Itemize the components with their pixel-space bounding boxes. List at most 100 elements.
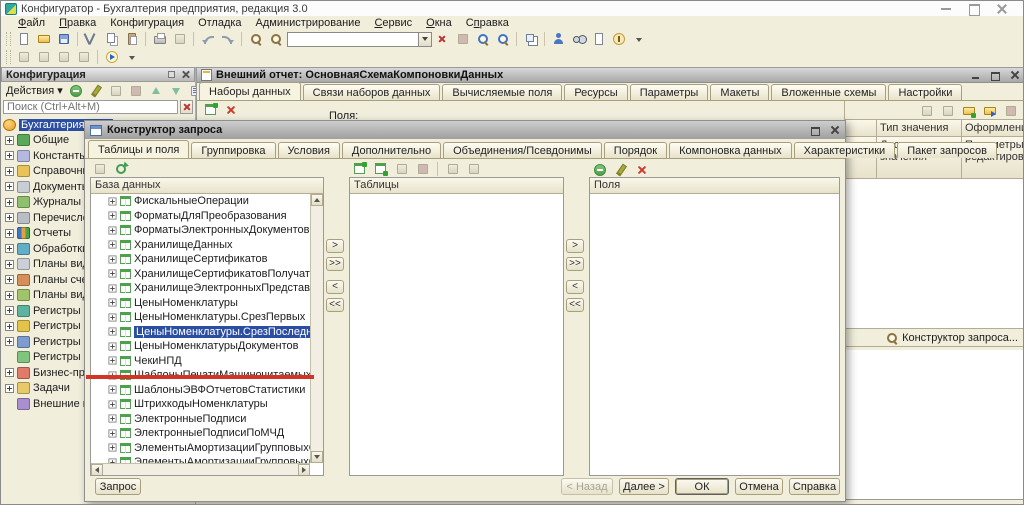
transfer-all-left-button[interactable]: << — [566, 298, 584, 312]
dialog-tab-8[interactable]: Пакет запросов — [897, 142, 997, 158]
dialog-tab-2[interactable]: Условия — [278, 142, 340, 158]
tables-list-area[interactable] — [350, 194, 563, 475]
report-restore-icon[interactable] — [990, 70, 1001, 80]
database-table-row[interactable]: ХранилищеСертификатовПолучателей — [91, 267, 310, 282]
database-table-row[interactable]: ЭлементыАмортизацииГрупповыхОСБухгал — [91, 441, 310, 456]
menu-item[interactable]: Отладка — [191, 17, 248, 29]
expander-icon[interactable] — [5, 182, 14, 191]
menu-item[interactable]: Окна — [419, 17, 459, 29]
cut-icon[interactable] — [82, 31, 101, 47]
expander-icon[interactable] — [5, 306, 14, 315]
zoom-search-icon[interactable] — [266, 31, 285, 47]
database-table-row[interactable]: ФорматыДляПреобразования — [91, 209, 310, 224]
close-icon[interactable] — [995, 3, 1009, 15]
database-table-row[interactable]: ЦеныНоменклатуры.СрезПоследних — [91, 325, 310, 340]
find-next-icon[interactable] — [473, 31, 492, 47]
expander-icon[interactable] — [108, 444, 116, 452]
menu-item[interactable]: Файл — [11, 17, 52, 29]
refresh-icon[interactable] — [111, 161, 130, 177]
expander-icon[interactable] — [5, 229, 14, 238]
database-table-row[interactable]: ХранилищеСертификатов — [91, 252, 310, 267]
actions-menu[interactable]: Действия ▾ — [3, 84, 66, 97]
expander-icon[interactable] — [108, 328, 116, 336]
dialog-close-icon[interactable] — [829, 125, 840, 135]
report-minimize-icon[interactable] — [971, 70, 982, 80]
menu-item[interactable]: Сервис — [367, 17, 419, 29]
expander-icon[interactable] — [5, 198, 14, 207]
report-tab-6[interactable]: Вложенные схемы — [771, 84, 886, 100]
remove-table-icon[interactable] — [443, 161, 462, 177]
dialog-tab-3[interactable]: Дополнительно — [342, 142, 441, 158]
menu-item[interactable]: Администрирование — [249, 17, 368, 29]
menu-item[interactable]: Правка — [52, 17, 103, 29]
transfer-all-right-button[interactable]: >> — [326, 257, 344, 271]
interface-editor-icon[interactable] — [74, 49, 93, 65]
expander-icon[interactable] — [108, 226, 116, 234]
expander-icon[interactable] — [108, 284, 116, 292]
add-icon[interactable] — [917, 103, 936, 119]
dialog-tab-5[interactable]: Порядок — [604, 142, 667, 158]
start-debug-icon[interactable] — [102, 49, 121, 65]
delete-icon[interactable] — [221, 102, 240, 118]
config-search-input[interactable] — [3, 100, 178, 114]
minimize-icon[interactable] — [939, 3, 953, 15]
toolbar-grip[interactable] — [6, 32, 11, 46]
expander-icon[interactable] — [108, 212, 116, 220]
combo-dropdown-icon[interactable] — [419, 32, 432, 47]
dialog-tab-6[interactable]: Компоновка данных — [669, 142, 792, 158]
database-config-icon[interactable] — [54, 49, 73, 65]
dialog-tab-7[interactable]: Характеристики — [794, 142, 896, 158]
copy-icon[interactable] — [107, 83, 126, 99]
expander-icon[interactable] — [5, 244, 14, 253]
database-table-row[interactable]: ШаблоныЭВФОтчетовСтатистики — [91, 383, 310, 398]
database-table-row[interactable]: ЭлектронныеПодписиПоМЧД — [91, 426, 310, 441]
expander-icon[interactable] — [5, 291, 14, 300]
transfer-all-left-button[interactable]: << — [326, 298, 344, 312]
scroll-up-icon[interactable] — [311, 194, 323, 206]
save-icon[interactable] — [54, 31, 73, 47]
menu-item[interactable]: Справка — [459, 17, 516, 29]
move-out-icon[interactable] — [980, 103, 999, 119]
help-search-icon[interactable] — [569, 31, 588, 47]
transfer-left-button[interactable]: < — [326, 280, 344, 294]
maximize-icon[interactable] — [967, 3, 981, 15]
expander-icon[interactable] — [5, 167, 14, 176]
expander-icon[interactable] — [108, 342, 116, 350]
find-prev-icon[interactable] — [493, 31, 512, 47]
delete-icon[interactable] — [1001, 103, 1020, 119]
add-derived-table-icon[interactable] — [371, 161, 390, 177]
expander-icon[interactable] — [108, 197, 116, 205]
windows-list-icon[interactable] — [521, 31, 540, 47]
report-tab-1[interactable]: Связи наборов данных — [303, 84, 441, 100]
database-table-row[interactable]: ЦеныНоменклатуры.СрезПервых — [91, 310, 310, 325]
more-icon[interactable] — [629, 31, 648, 47]
add-icon[interactable] — [590, 162, 609, 178]
copy-icon[interactable] — [938, 103, 957, 119]
more-icon[interactable] — [122, 49, 141, 65]
report-tab-7[interactable]: Настройки — [888, 84, 962, 100]
expander-icon[interactable] — [108, 386, 116, 394]
database-table-row[interactable]: ХранилищеДанных — [91, 238, 310, 253]
add-table-icon[interactable] — [350, 161, 369, 177]
report-tab-4[interactable]: Параметры — [630, 84, 709, 100]
paste-icon[interactable] — [122, 31, 141, 47]
dialog-tab-0[interactable]: Таблицы и поля — [88, 140, 189, 158]
expander-icon[interactable] — [108, 241, 116, 249]
expander-icon[interactable] — [5, 384, 14, 393]
database-table-row[interactable]: ЧекиНПД — [91, 354, 310, 369]
info-icon[interactable] — [609, 31, 628, 47]
fields-list-area[interactable] — [590, 194, 839, 475]
expander-icon[interactable] — [5, 368, 14, 377]
report-tab-5[interactable]: Макеты — [710, 84, 769, 100]
configuration-store-icon[interactable] — [14, 49, 33, 65]
report-tab-2[interactable]: Вычисляемые поля — [442, 84, 562, 100]
clear-config-search-icon[interactable] — [180, 100, 193, 114]
find-icon[interactable] — [246, 31, 265, 47]
scroll-right-icon[interactable] — [298, 464, 310, 475]
table-params-icon[interactable] — [464, 161, 483, 177]
expander-icon[interactable] — [108, 270, 116, 278]
database-table-row[interactable]: ЦеныНоменклатуры — [91, 296, 310, 311]
compare-configs-icon[interactable] — [34, 49, 53, 65]
toolbar-grip[interactable] — [6, 50, 11, 64]
edit-icon[interactable] — [611, 162, 630, 178]
